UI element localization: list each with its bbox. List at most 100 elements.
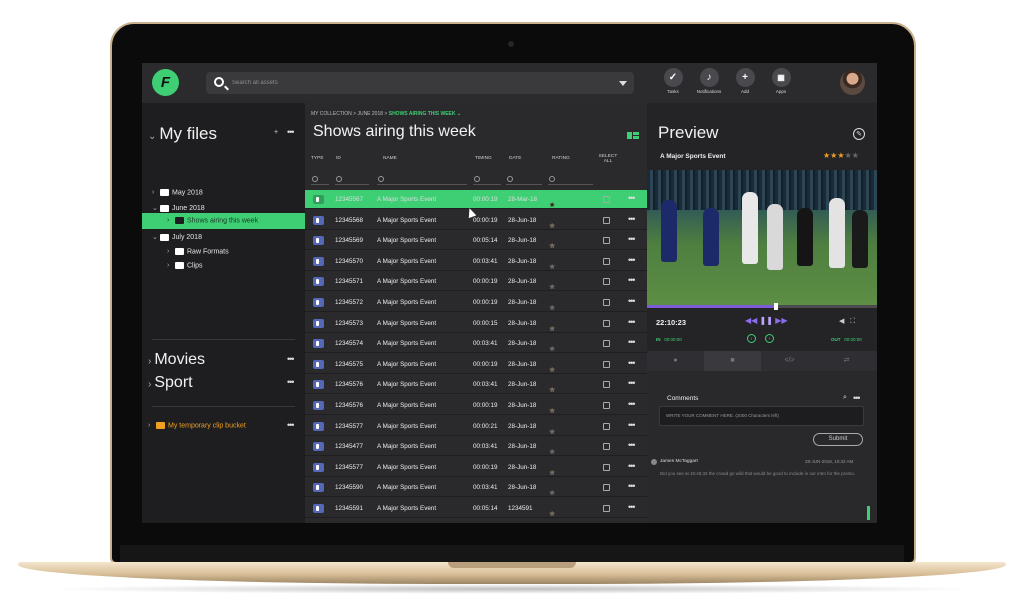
table-row[interactable]: 12345477 A Major Sports Event 00:03:41 28-J… (305, 437, 647, 457)
table-row[interactable]: 12345576 A Major Sports Event 00:00:19 28-J… (305, 396, 647, 415)
row-checkbox[interactable] (603, 360, 610, 368)
row-checkbox[interactable] (603, 463, 610, 471)
row-more-icon[interactable]: ••• (628, 420, 636, 430)
table-row[interactable]: 12345572 A Major Sports Event 00:00:19 28-J… (305, 293, 647, 312)
col-name[interactable]: NAME (383, 156, 397, 161)
filter-id[interactable] (335, 174, 369, 185)
row-more-icon[interactable]: ••• (628, 337, 636, 347)
add-folder-icon[interactable]: + (274, 129, 278, 136)
filter-type[interactable] (311, 174, 329, 185)
star-icon[interactable]: ★ (549, 448, 556, 456)
row-checkbox[interactable] (603, 505, 610, 512)
table-row[interactable]: 12345573 A Major Sports Event 00:00:15 28-J… (305, 314, 647, 333)
table-row[interactable]: 12345576 A Major Sports Event 00:03:41 28-J… (305, 375, 647, 395)
row-more-icon[interactable]: ••• (628, 461, 636, 471)
col-id[interactable]: ID (336, 156, 341, 161)
row-more-icon[interactable]: ••• (628, 481, 636, 491)
table-row[interactable]: 12345590 A Major Sports Event 00:03:41 28-J… (305, 478, 647, 498)
row-more-icon[interactable]: ••• (628, 296, 636, 306)
filter-date[interactable] (506, 174, 542, 185)
movies-more-icon[interactable]: ••• (287, 354, 295, 364)
col-rating[interactable]: RATING (552, 156, 570, 161)
row-checkbox[interactable] (603, 257, 610, 265)
filter-name[interactable] (377, 174, 467, 185)
row-checkbox[interactable] (603, 196, 610, 203)
star-icon[interactable]: ★ (549, 283, 556, 291)
sport-more-icon[interactable]: ••• (287, 377, 295, 387)
row-more-icon[interactable]: ••• (628, 358, 636, 368)
folder-june-2018[interactable]: ⌄ June 2018 (152, 204, 205, 212)
star-icon[interactable]: ★ (549, 386, 556, 394)
progress-handle[interactable] (773, 303, 778, 310)
scrollbar[interactable] (867, 506, 870, 520)
row-more-icon[interactable]: ••• (628, 275, 636, 285)
video-progress-bar[interactable] (647, 303, 877, 310)
folder-shows-airing[interactable]: › Shows airing this week (167, 217, 258, 224)
rewind-icon[interactable]: ◀◀ (745, 316, 757, 325)
app-logo-icon[interactable]: F (152, 69, 179, 96)
comments-more-icon[interactable]: ••• (853, 393, 861, 403)
row-checkbox[interactable] (603, 278, 610, 286)
row-more-icon[interactable]: ••• (628, 502, 636, 512)
row-checkbox[interactable] (603, 299, 610, 306)
row-checkbox[interactable] (603, 216, 610, 224)
col-date[interactable]: DATE (509, 156, 521, 161)
row-more-icon[interactable]: ••• (628, 234, 636, 244)
table-row[interactable]: 12345574 A Major Sports Event 00:03:41 28-J… (305, 334, 647, 354)
row-checkbox[interactable] (603, 402, 610, 409)
row-more-icon[interactable]: ••• (628, 193, 636, 203)
breadcrumb-item[interactable]: JUNE 2018 (357, 111, 383, 117)
sport-heading[interactable]: › Sport (148, 374, 193, 392)
star-icon[interactable]: ★ (837, 151, 844, 160)
table-row[interactable]: 12345577 A Major Sports Event 00:00:21 28-J… (305, 417, 647, 436)
next-frame-icon[interactable]: › (765, 334, 774, 343)
preview-rating[interactable]: ★★★★★ (823, 151, 859, 160)
fast-forward-icon[interactable]: ▶▶ (775, 316, 787, 325)
row-more-icon[interactable]: ••• (628, 399, 636, 409)
submit-button[interactable]: Submit (813, 433, 863, 446)
breadcrumb-current[interactable]: SHOWS AIRING THIS WEEK (389, 111, 456, 117)
row-more-icon[interactable]: ••• (628, 317, 636, 327)
star-icon[interactable]: ★ (549, 263, 556, 271)
in-point[interactable]: IN 00:00:00 (656, 337, 682, 342)
search-input[interactable] (232, 75, 612, 91)
star-icon[interactable]: ★ (549, 304, 556, 312)
table-row[interactable]: 12345567 A Major Sports Event 00:00:19 28-M… (305, 190, 647, 209)
pause-icon[interactable]: ❚❚ (760, 316, 773, 325)
search-icon[interactable]: ⌕ (843, 394, 847, 402)
folder-raw-formats[interactable]: › Raw Formats (167, 248, 229, 255)
star-icon[interactable]: ★ (845, 151, 852, 160)
table-row[interactable]: 12345575 A Major Sports Event 00:00:19 28-J… (305, 355, 647, 374)
view-toggle-icon[interactable] (627, 132, 639, 139)
col-select-all[interactable]: SELECT ALL (598, 154, 618, 164)
table-row[interactable]: 12345591 A Major Sports Event 00:05:14 1234… (305, 499, 647, 518)
chevron-down-icon[interactable]: ⌄ (456, 111, 461, 117)
col-type[interactable]: TYPE (311, 156, 324, 161)
filter-rating[interactable] (548, 174, 593, 185)
row-checkbox[interactable] (603, 484, 610, 492)
notifications-button[interactable]: ♪ Notifications (694, 68, 724, 94)
tab-share[interactable]: ⇄ (818, 351, 875, 371)
breadcrumb-item[interactable]: MY COLLECTION (311, 111, 352, 117)
folder-clips[interactable]: › Clips (167, 262, 203, 269)
row-more-icon[interactable]: ••• (628, 378, 636, 388)
star-icon[interactable]: ★ (549, 510, 556, 518)
avatar[interactable] (840, 70, 865, 95)
tab-comments[interactable]: ■ (704, 351, 761, 371)
star-icon[interactable]: ★ (549, 201, 556, 209)
table-row[interactable]: 12345571 A Major Sports Event 00:00:19 28-J… (305, 272, 647, 292)
row-checkbox[interactable] (603, 381, 610, 389)
my-files-more-icon[interactable]: ••• (287, 127, 295, 137)
add-button[interactable]: + Add (730, 68, 760, 94)
table-row[interactable]: 12345568 A Major Sports Event 00:00:19 28-J… (305, 211, 647, 230)
row-checkbox[interactable] (603, 340, 610, 348)
filter-timing[interactable] (473, 174, 501, 185)
apps-button[interactable]: ▦ Apps (766, 68, 796, 94)
bucket-more-icon[interactable]: ••• (287, 420, 295, 430)
volume-icon[interactable]: ◀ (839, 318, 844, 325)
tab-code[interactable]: </> (761, 351, 818, 371)
video-player[interactable] (647, 170, 877, 305)
star-icon[interactable]: ★ (549, 469, 556, 477)
fullscreen-icon[interactable]: ⛶ (850, 318, 855, 325)
star-icon[interactable]: ★ (549, 222, 556, 230)
